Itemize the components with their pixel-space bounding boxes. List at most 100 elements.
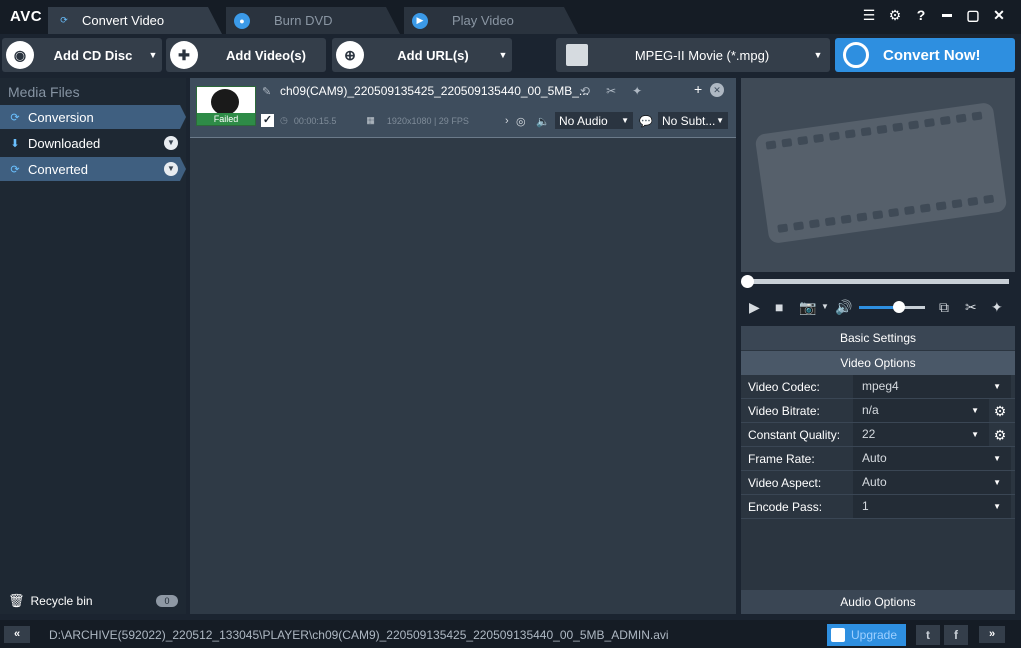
item-checkbox[interactable]: ✓ xyxy=(261,114,274,127)
collapse-left-icon[interactable]: « xyxy=(4,626,30,643)
subtitle-icon: 💬 xyxy=(639,116,653,128)
sidebar-item-downloaded[interactable]: ⬇ Downloaded ▼ xyxy=(0,131,186,155)
scissors-icon[interactable]: ✂ xyxy=(606,84,616,98)
facebook-icon[interactable]: f xyxy=(944,625,968,645)
tab-burn-dvd[interactable]: ● Burn DVD xyxy=(226,7,400,34)
setting-value: mpeg4 xyxy=(862,379,899,393)
sidebar-item-label: Downloaded xyxy=(28,135,101,151)
camera-icon[interactable]: 📷 xyxy=(799,299,816,316)
crop-icon[interactable]: ⧉ xyxy=(939,299,949,316)
chevron-down-icon[interactable]: ▼ xyxy=(494,50,512,60)
film-hole xyxy=(808,219,820,229)
audio-track-select[interactable]: No Audio ▼ xyxy=(555,112,633,129)
setting-value: 22 xyxy=(862,427,876,441)
setting-label: Video Codec: xyxy=(748,380,820,394)
video-codec-select[interactable]: mpeg4 ▼ xyxy=(853,375,1011,398)
file-item[interactable]: Failed ✎ ch09(CAM9)_220509135425_2205091… xyxy=(190,78,736,138)
file-path: D:\ARCHIVE(592022)_220512_133045\PLAYER\… xyxy=(49,628,669,642)
upgrade-button[interactable]: Upgrade xyxy=(827,624,906,646)
add-urls-button[interactable]: ⊕ Add URL(s) ▼ xyxy=(332,38,512,72)
tab-play-video[interactable]: ▶ Play Video xyxy=(404,7,578,34)
add-cd-disc-button[interactable]: ◉ Add CD Disc ▼ xyxy=(2,38,162,72)
seek-bar[interactable] xyxy=(741,272,1015,292)
film-icon: ▦ xyxy=(366,115,375,125)
gear-icon[interactable]: ⚙ xyxy=(887,6,903,24)
basic-settings-header[interactable]: Basic Settings xyxy=(741,326,1015,350)
film-hole xyxy=(967,196,979,207)
setting-row-constant-quality[interactable]: Constant Quality: 22 ▼ ⚙ xyxy=(741,423,1015,447)
help-icon[interactable]: ? xyxy=(913,6,929,24)
close-icon[interactable]: ✕ xyxy=(991,6,1007,24)
chevron-right-icon[interactable]: › xyxy=(505,115,509,127)
setting-row-video-bitrate[interactable]: Video Bitrate: n/a ▼ ⚙ xyxy=(741,399,1015,423)
convert-icon: ⟳ xyxy=(60,15,68,25)
recycle-bin-label: Recycle bin xyxy=(30,594,93,608)
output-format-select[interactable]: MPEG-II Movie (*.mpg) ▼ xyxy=(556,38,830,72)
window-controls: ☰ ⚙ ? ▬ ▢ ✕ xyxy=(861,6,1007,24)
tab-convert-video[interactable]: ⟳ Convert Video xyxy=(48,7,222,34)
seek-track[interactable] xyxy=(747,279,1009,284)
file-list: Failed ✎ ch09(CAM9)_220509135425_2205091… xyxy=(190,78,736,614)
setting-label: Encode Pass: xyxy=(748,500,823,514)
convert-now-button[interactable]: Convert Now! xyxy=(835,38,1015,72)
seek-handle[interactable] xyxy=(741,275,754,288)
expand-right-icon[interactable]: » xyxy=(979,626,1005,643)
frame-rate-select[interactable]: Auto ▼ xyxy=(853,447,1011,470)
rotate-icon[interactable]: ⟲ xyxy=(580,84,590,98)
convert-icon: ⟳ xyxy=(10,111,20,124)
app-logo: AVC xyxy=(10,8,43,25)
twitter-icon[interactable]: t xyxy=(916,625,940,645)
film-hole xyxy=(908,120,920,130)
scissors-icon[interactable]: ✂ xyxy=(965,299,977,316)
remove-icon[interactable]: ✕ xyxy=(710,83,724,97)
volume-handle[interactable] xyxy=(892,301,905,313)
media-sidebar: Media Files ⟳ Conversion ⬇ Downloaded ▼ … xyxy=(0,78,186,614)
maximize-icon[interactable]: ▢ xyxy=(965,6,981,24)
clock-icon: ◷ xyxy=(280,115,288,125)
effects-icon[interactable]: ✦ xyxy=(991,299,1003,316)
play-icon: ▶ xyxy=(412,13,428,29)
video-thumbnail: Failed xyxy=(196,86,256,126)
effects-icon[interactable]: ✦ xyxy=(632,84,642,98)
film-hole xyxy=(828,131,840,141)
globe-add-icon: ⊕ xyxy=(336,41,364,69)
recycle-count-badge: 0 xyxy=(156,595,178,607)
setting-value: Auto xyxy=(862,451,887,465)
setting-row-video-aspect[interactable]: Video Aspect: Auto ▼ xyxy=(741,471,1015,495)
upgrade-arrow-icon xyxy=(831,628,845,642)
film-hole xyxy=(856,212,868,222)
sidebar-item-conversion[interactable]: ⟳ Conversion xyxy=(0,105,186,129)
subtitle-select[interactable]: No Subt... ▼ xyxy=(658,112,728,129)
setting-row-encode-pass[interactable]: Encode Pass: 1 ▼ xyxy=(741,495,1015,519)
chevron-down-icon[interactable]: ▼ xyxy=(164,136,178,150)
audio-options-header[interactable]: Audio Options xyxy=(741,590,1015,614)
chevron-down-icon[interactable]: ▼ xyxy=(164,162,178,176)
video-options-header[interactable]: Video Options xyxy=(741,351,1015,375)
edit-icon[interactable]: ✎ xyxy=(262,85,271,98)
chevron-down-icon: ▼ xyxy=(716,116,724,125)
video-bitrate-select[interactable]: n/a ▼ xyxy=(853,399,989,422)
stop-icon[interactable]: ■ xyxy=(775,299,783,315)
video-aspect-select[interactable]: Auto ▼ xyxy=(853,471,1011,494)
play-icon[interactable]: ▶ xyxy=(749,299,760,316)
add-icon[interactable]: + xyxy=(694,81,702,97)
sidebar-item-converted[interactable]: ⟳ Converted ▼ xyxy=(0,157,186,181)
title-bar: AVC ⟳ Convert Video ● Burn DVD ▶ Play Vi… xyxy=(0,0,1021,34)
constant-quality-select[interactable]: 22 ▼ xyxy=(853,423,989,446)
gear-icon[interactable]: ⚙ xyxy=(991,402,1009,420)
resolution-fps: 1920x1080 | 29 FPS xyxy=(386,115,469,126)
film-hole xyxy=(872,210,884,220)
add-videos-button[interactable]: ✚ Add Video(s) xyxy=(166,38,326,72)
recycle-bin[interactable]: 🗑 Recycle bin 0 xyxy=(8,593,178,609)
gear-icon[interactable]: ⚙ xyxy=(991,426,1009,444)
tab-label: Burn DVD xyxy=(274,13,333,28)
film-hole xyxy=(844,129,856,139)
setting-row-frame-rate[interactable]: Frame Rate: Auto ▼ xyxy=(741,447,1015,471)
chevron-down-icon[interactable]: ▼ xyxy=(144,50,162,60)
chevron-down-icon[interactable]: ▼ xyxy=(821,302,829,311)
menu-icon[interactable]: ☰ xyxy=(861,6,877,24)
speaker-icon[interactable]: 🔊 xyxy=(835,299,852,316)
setting-row-video-codec[interactable]: Video Codec: mpeg4 ▼ xyxy=(741,375,1015,399)
minimize-icon[interactable]: ▬ xyxy=(939,6,955,24)
encode-pass-select[interactable]: 1 ▼ xyxy=(853,495,1011,518)
